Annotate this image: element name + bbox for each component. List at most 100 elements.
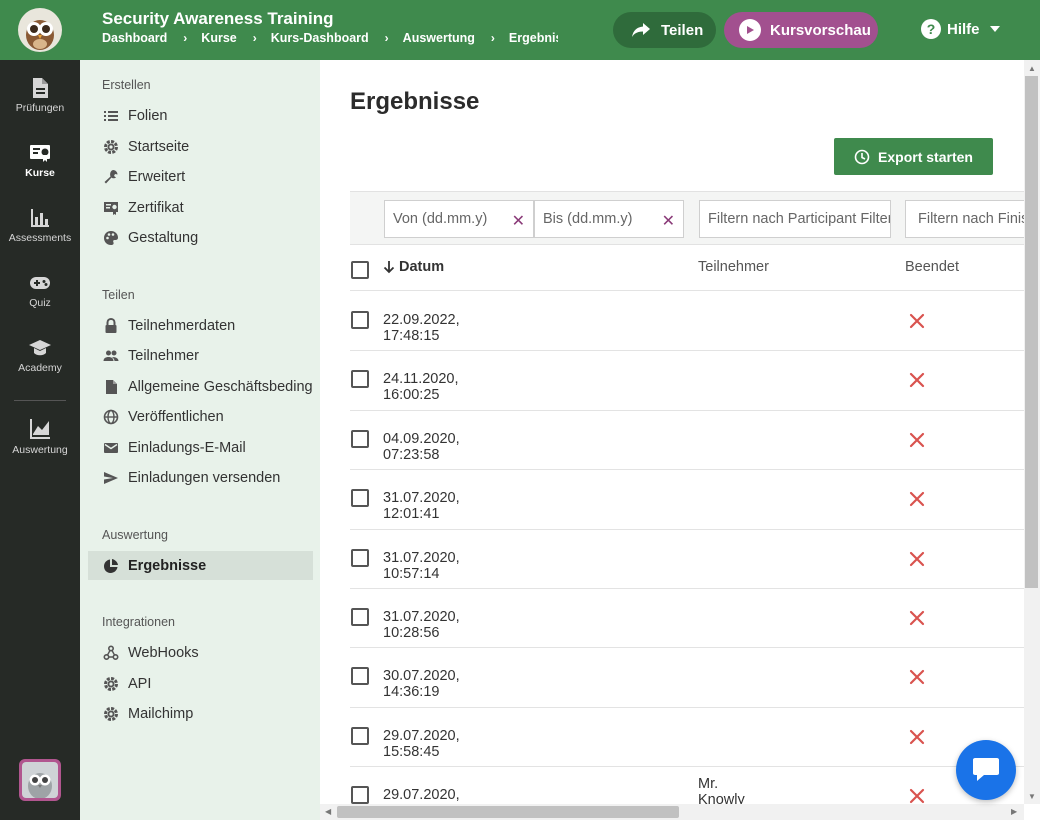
clear-icon[interactable]: ✕ [662,211,675,231]
wrench-icon [104,169,118,183]
vertical-scrollbar-thumb[interactable] [1025,76,1038,588]
row-divider [350,766,1024,768]
breadcrumb-ergebnisse: Ergebnisse [508,31,558,45]
not-finished-cross-icon [909,729,925,744]
cell-date: 30.07.2020, 14:36:19 [383,668,460,701]
sidebar-item-erweitert[interactable]: Erweitert [88,162,313,191]
main-content: Ergebnisse Export starten Von (dd.mm.y) … [320,60,1024,804]
top-bar: Security Awareness Training Dashboard › Ku… [0,0,1040,60]
play-icon [739,19,761,41]
cell-date: 24.11.2020, 16:00:25 [383,371,459,404]
rail-item-pruefungen[interactable]: Prüfungen [0,77,80,114]
not-finished-cross-icon [909,313,925,329]
breadcrumb-auswertung[interactable]: Auswertung [403,31,475,45]
scroll-right-icon[interactable]: ▶ [1011,807,1017,816]
sidebar-item-teilnehmer[interactable]: Teilnehmer [88,341,313,370]
sidebar-item-teilnehmerdaten[interactable]: Teilnehmerdaten [88,311,313,340]
sidebar-item-zertifikat[interactable]: Zertifikat [88,193,313,222]
scroll-left-icon[interactable]: ◀ [325,807,331,816]
row-checkbox[interactable] [351,429,369,448]
caret-down-icon [989,26,1000,32]
cell-date: 22.09.2022, 17:48:15 [383,312,460,344]
help-menu[interactable]: ? Hilfe [921,19,1004,39]
course-preview-button[interactable]: Kursvorschau [724,12,878,48]
document-icon [33,78,48,98]
sidebar-item-gestaltung[interactable]: Gestaltung [88,223,313,252]
column-header-participant[interactable]: Teilnehmer [698,259,769,275]
share-button[interactable]: Teilen [613,12,716,48]
column-header-finished[interactable]: Beendet [905,259,959,275]
sidebar-item-einladungen-versenden[interactable]: Einladungen versenden [88,463,313,492]
rail-item-assessments[interactable]: Assessments [0,207,80,244]
row-checkbox[interactable] [351,608,369,626]
share-arrow-icon [632,23,650,37]
sidebar-item-agb[interactable]: Allgemeine Geschäftsbedingungen [88,372,313,401]
sidebar-item-ergebnisse[interactable]: Ergebnisse [88,551,313,580]
breadcrumb-kurse[interactable]: Kurse [201,31,236,45]
list-icon [104,110,118,121]
gamepad-icon [30,277,50,289]
sidebar-item-webhooks[interactable]: WebHooks [88,638,313,667]
row-divider [350,528,1024,530]
sidebar-item-veroeffentlichen[interactable]: Veröffentlichen [88,402,313,431]
not-finished-cross-icon [909,610,925,626]
row-divider [350,647,1024,649]
date-from-filter[interactable]: Von (dd.mm.y) ✕ [384,200,534,238]
certificate-icon [104,201,118,215]
column-header-date[interactable]: Datum [383,259,444,275]
people-icon [103,350,119,361]
breadcrumb-kurs-dashboard[interactable]: Kurs-Dashboard [271,31,369,45]
participant-filter[interactable]: Filtern nach Participant Filter [699,200,891,238]
not-finished-cross-icon [909,789,925,804]
row-checkbox[interactable] [351,489,369,508]
gear-icon [104,139,118,154]
send-icon [104,471,118,484]
owl-logo[interactable] [18,8,62,52]
graduation-cap-icon [29,340,51,356]
date-to-filter[interactable]: Bis (dd.mm.y) ✕ [534,200,684,238]
user-avatar[interactable] [19,759,61,801]
app-title: Security Awareness Training [102,9,334,28]
webhook-icon [103,644,119,660]
sidebar-item-api[interactable]: API [88,669,313,698]
mail-icon [104,442,118,453]
row-checkbox[interactable] [351,786,369,804]
palette-icon [104,230,118,245]
sidebar-item-startseite[interactable]: Startseite [88,132,313,161]
app-rail: Prüfungen Kurse Assessments Quiz Academy… [0,60,80,820]
scroll-up-icon[interactable]: ▲ [1028,64,1036,73]
course-icon [30,145,50,162]
chat-button[interactable] [956,740,1016,800]
row-checkbox[interactable] [351,548,369,567]
row-checkbox[interactable] [351,667,369,686]
export-button[interactable]: Export starten [834,138,993,175]
row-divider [350,588,1024,589]
sidebar-item-mailchimp[interactable]: Mailchimp [88,699,313,728]
gear-icon [104,706,118,721]
course-sidebar: Erstellen Folien Startseite Erweitert Ze… [80,60,320,820]
breadcrumb-dashboard[interactable]: Dashboard [102,31,167,45]
clear-icon[interactable]: ✕ [512,211,525,231]
globe-icon [103,409,119,424]
not-finished-cross-icon [909,670,925,685]
rail-item-kurse[interactable]: Kurse [0,142,80,179]
rail-item-academy[interactable]: Academy [0,337,80,374]
rail-item-quiz[interactable]: Quiz [0,272,80,309]
cell-date: 31.07.2020, 12:01:41 [383,490,460,523]
sidebar-item-einladungs-email[interactable]: Einladungs-E-Mail [88,433,313,462]
rail-item-auswertung[interactable]: Auswertung [0,417,80,456]
horizontal-scrollbar-thumb[interactable] [337,806,679,818]
select-all-checkbox[interactable] [351,261,369,279]
export-label: Export starten [878,148,973,165]
scroll-down-icon[interactable]: ▼ [1028,792,1036,801]
cell-date: 31.07.2020, 10:28:56 [383,609,460,641]
row-checkbox[interactable] [351,370,369,389]
row-checkbox[interactable] [351,311,369,329]
sidebar-item-folien[interactable]: Folien [88,101,313,130]
not-finished-cross-icon [909,432,925,447]
gear-icon [104,676,118,691]
row-checkbox[interactable] [351,726,369,745]
finished-filter[interactable]: Filtern nach Finished [905,200,1024,238]
file-icon [106,379,117,394]
chevron-right-icon: › [183,31,188,45]
